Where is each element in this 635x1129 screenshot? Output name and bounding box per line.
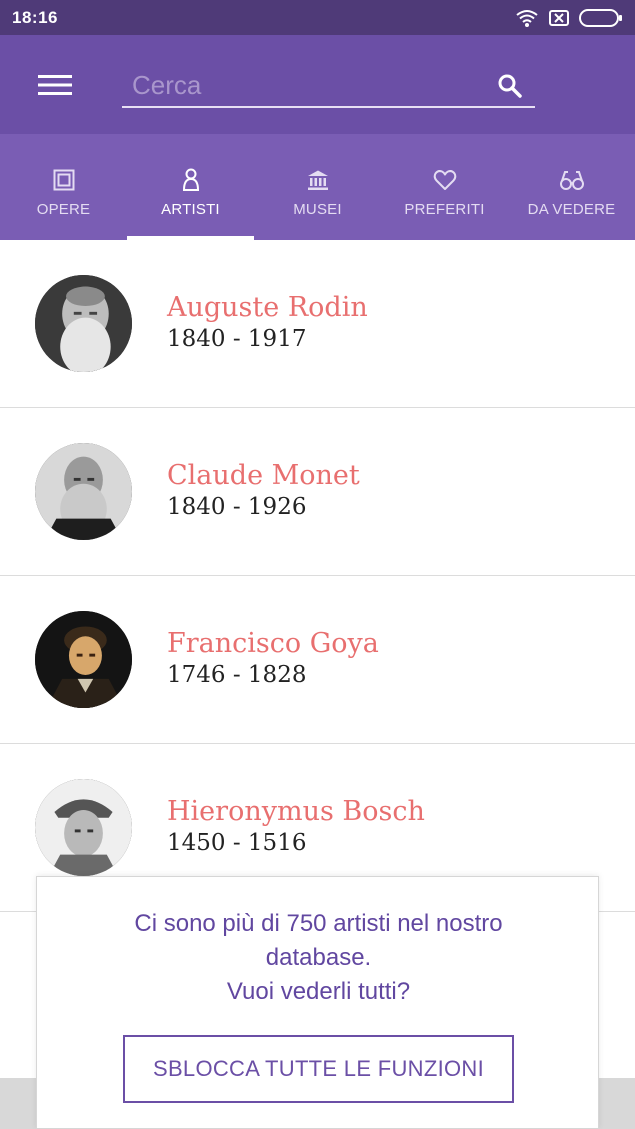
search-input[interactable] [122,65,482,105]
avatar [35,779,132,876]
frame-icon [53,165,75,195]
glasses-icon [559,165,585,195]
upsell-line: database. [265,944,372,971]
tab-label: OPERE [36,200,91,218]
tab-opere[interactable]: OPERE [0,134,127,240]
status-icons [515,8,623,28]
upsell-message: Ci sono più di 750 artisti nel nostro da… [37,907,600,1009]
app-bar [0,35,635,134]
status-bar: 18:16 [0,0,635,35]
tab-label: PREFERITI [404,200,485,218]
artist-name: Claude Monet [167,460,360,491]
artist-name: Hieronymus Bosch [167,796,425,827]
artist-dates: 1746 - 1828 [167,662,307,688]
wifi-icon [515,8,539,28]
artist-name: Francisco Goya [167,628,379,659]
tab-da-vedere[interactable]: DA VEDERE [508,134,635,240]
battery-icon [579,8,623,27]
museum-icon [306,165,330,195]
tab-artisti[interactable]: ARTISTI [127,134,254,240]
tab-preferiti[interactable]: PREFERITI [381,134,508,240]
status-time: 18:16 [12,7,58,27]
artist-dates: 1450 - 1516 [167,830,307,856]
artist-item-monet[interactable]: Claude Monet 1840 - 1926 [0,408,635,576]
avatar [35,611,132,708]
artist-name: Auguste Rodin [167,292,368,323]
artist-item-goya[interactable]: Francisco Goya 1746 - 1828 [0,576,635,744]
tab-label: ARTISTI [161,200,220,218]
heart-icon [433,165,457,195]
avatar [35,275,132,372]
artist-dates: 1840 - 1926 [167,494,307,520]
unlock-all-features-button[interactable]: SBLOCCA TUTTE LE FUNZIONI [123,1035,514,1103]
tab-musei[interactable]: MUSEI [254,134,381,240]
person-icon [181,165,201,195]
artist-list: Auguste Rodin 1840 - 1917 Claude Monet 1… [0,240,635,912]
artist-item-rodin[interactable]: Auguste Rodin 1840 - 1917 [0,240,635,408]
avatar [35,443,132,540]
search-icon[interactable] [497,73,523,99]
tab-label: MUSEI [293,200,342,218]
hamburger-menu-icon[interactable] [34,68,76,102]
upsell-line: Vuoi vederli tutti? [226,978,411,1005]
sim-icon [549,9,569,26]
tab-label: DA VEDERE [527,200,616,218]
upsell-line: Ci sono più di 750 artisti nel nostro [134,910,503,937]
upsell-card: Ci sono più di 750 artisti nel nostro da… [36,876,599,1129]
search-box [122,65,535,108]
artist-dates: 1840 - 1917 [167,326,307,352]
tab-bar: OPERE ARTISTI MUSEI PREFERITI DA VEDERE [0,134,635,240]
